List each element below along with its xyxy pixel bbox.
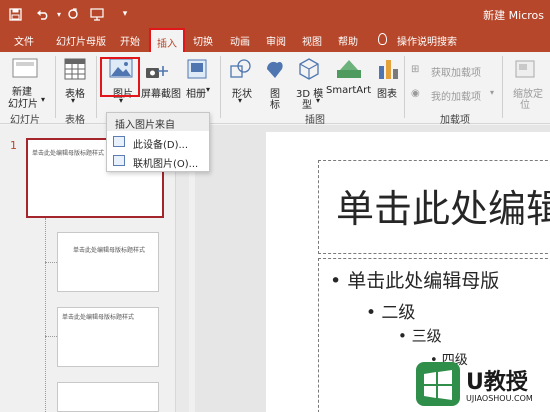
separator [220, 56, 221, 118]
my-addins-dropdown-icon[interactable]: ▾ [490, 88, 494, 97]
device-icon [113, 136, 125, 147]
smartart-icon[interactable] [336, 58, 362, 83]
online-pictures-menu-item[interactable]: 联机图片(O)... [107, 152, 209, 170]
lightbulb-icon [378, 33, 387, 45]
slide-number: 1 [10, 139, 17, 152]
album-button-label[interactable]: 相册 [186, 85, 206, 100]
smartart-button-label[interactable]: SmartArt [326, 85, 371, 96]
separator [55, 56, 56, 118]
tab-insert[interactable]: 插入 [149, 28, 185, 52]
this-device-menu-item[interactable]: 此设备(D)... [107, 133, 209, 151]
zoom-icon[interactable] [515, 58, 537, 83]
album-dropdown-icon[interactable]: ▾ [206, 85, 210, 94]
screenshot-button-label[interactable]: 屏幕截图 [141, 85, 181, 100]
bullet-level-3: • 三级 [398, 327, 442, 345]
ribbon-tabs: 文件 幻灯片母版 开始 插入 切换 动画 审阅 视图 帮助 操作说明搜索 [0, 28, 550, 52]
3d-models-dropdown-icon[interactable]: ▾ [316, 96, 320, 105]
photo-album-icon[interactable] [186, 58, 208, 83]
redo-icon[interactable] [64, 5, 82, 23]
tell-me-search[interactable]: 操作说明搜索 [397, 33, 457, 48]
layout-connector [45, 336, 57, 337]
3d-models-button-label-2[interactable]: 型 [302, 96, 312, 111]
thumbnail-title: 单击此处编辑母版标题样式 [72, 247, 145, 254]
icons-button-label-2[interactable]: 标 [270, 96, 280, 111]
picture-button-highlight [100, 57, 140, 97]
insert-icons-icon[interactable] [264, 58, 286, 83]
bullet-level-2: • 二级 [366, 303, 416, 323]
picture-dropdown-icon[interactable]: ▾ [119, 96, 123, 105]
slideshow-icon[interactable] [88, 5, 106, 23]
ribbon: 新建 幻灯片 ▾ 表格 ▾ 图片 ▾ 屏幕截图 相册 ▾ 形状 ▾ 图 标 3D… [0, 52, 550, 126]
window-title: 新建 Micros [483, 9, 544, 22]
layout-thumbnail[interactable]: 单击此处编辑母版标题样式 [57, 307, 159, 367]
tab-file[interactable]: 文件 [14, 33, 34, 48]
separator [502, 56, 503, 118]
tab-slide-master[interactable]: 幻灯片母版 [56, 33, 106, 48]
tab-view[interactable]: 视图 [302, 33, 322, 48]
layout-connector [45, 218, 46, 412]
new-slide-icon[interactable] [12, 58, 38, 83]
screenshot-icon[interactable] [145, 64, 169, 83]
separator [96, 56, 97, 118]
save-icon[interactable] [6, 5, 24, 23]
table-icon[interactable] [64, 58, 86, 83]
zoom-button-label-2[interactable]: 位 [520, 96, 530, 111]
bullet-level-1: • 单击此处编辑母版 [330, 270, 500, 292]
group-label-slides: 幻灯片 [10, 115, 40, 126]
insert-picture-menu: 插入图片来自 此设备(D)... 联机图片(O)... [106, 112, 210, 172]
watermark-url: UJIAOSHOU.COM [466, 394, 533, 403]
3d-model-icon[interactable] [298, 58, 320, 83]
chart-icon[interactable] [377, 58, 399, 83]
tab-help[interactable]: 帮助 [338, 33, 358, 48]
new-slide-label-2[interactable]: 幻灯片 [8, 95, 38, 110]
my-addins-icon[interactable]: ◉ [411, 88, 420, 99]
get-addins-icon[interactable]: ⊞ [411, 64, 419, 75]
separator [404, 56, 405, 118]
customize-quick-access-icon[interactable]: ▾ [116, 5, 134, 23]
group-label-illustrations: 插图 [305, 115, 325, 126]
layout-connector [45, 262, 57, 263]
title-bar: ▾ ▾ 新建 Micros [0, 0, 550, 28]
watermark-brand: U教授 [466, 370, 528, 395]
new-slide-dropdown-icon[interactable]: ▾ [41, 95, 45, 104]
menu-header: 插入图片来自 [107, 113, 209, 131]
this-device-label: 此设备(D)... [133, 140, 189, 151]
table-dropdown-icon[interactable]: ▾ [71, 96, 75, 105]
tab-transitions[interactable]: 切换 [193, 33, 213, 48]
tab-animations[interactable]: 动画 [230, 33, 250, 48]
thumbnail-title: 单击此处编辑母版标题样式 [32, 150, 105, 157]
layout-thumbnail[interactable]: 单击此处编辑母版标题样式 [57, 232, 159, 292]
layout-thumbnail[interactable] [57, 382, 159, 412]
chart-button-label[interactable]: 图表 [377, 85, 397, 100]
get-addins-button[interactable]: 获取加载项 [431, 64, 481, 79]
online-picture-icon [113, 155, 125, 166]
group-label-addins: 加载项 [440, 115, 470, 126]
tab-review[interactable]: 审阅 [266, 33, 286, 48]
thumbnail-title: 单击此处编辑母版标题样式 [62, 314, 135, 321]
online-pictures-label: 联机图片(O)... [133, 159, 199, 170]
shapes-dropdown-icon[interactable]: ▾ [238, 96, 242, 105]
shapes-icon[interactable] [230, 58, 252, 83]
title-placeholder-text: 单击此处编辑 [336, 187, 550, 231]
watermark-logo: U教授 UJIAOSHOU.COM [414, 356, 548, 412]
group-label-tables: 表格 [65, 115, 85, 126]
my-addins-button[interactable]: 我的加载项 [431, 88, 481, 103]
tab-home[interactable]: 开始 [120, 33, 140, 48]
